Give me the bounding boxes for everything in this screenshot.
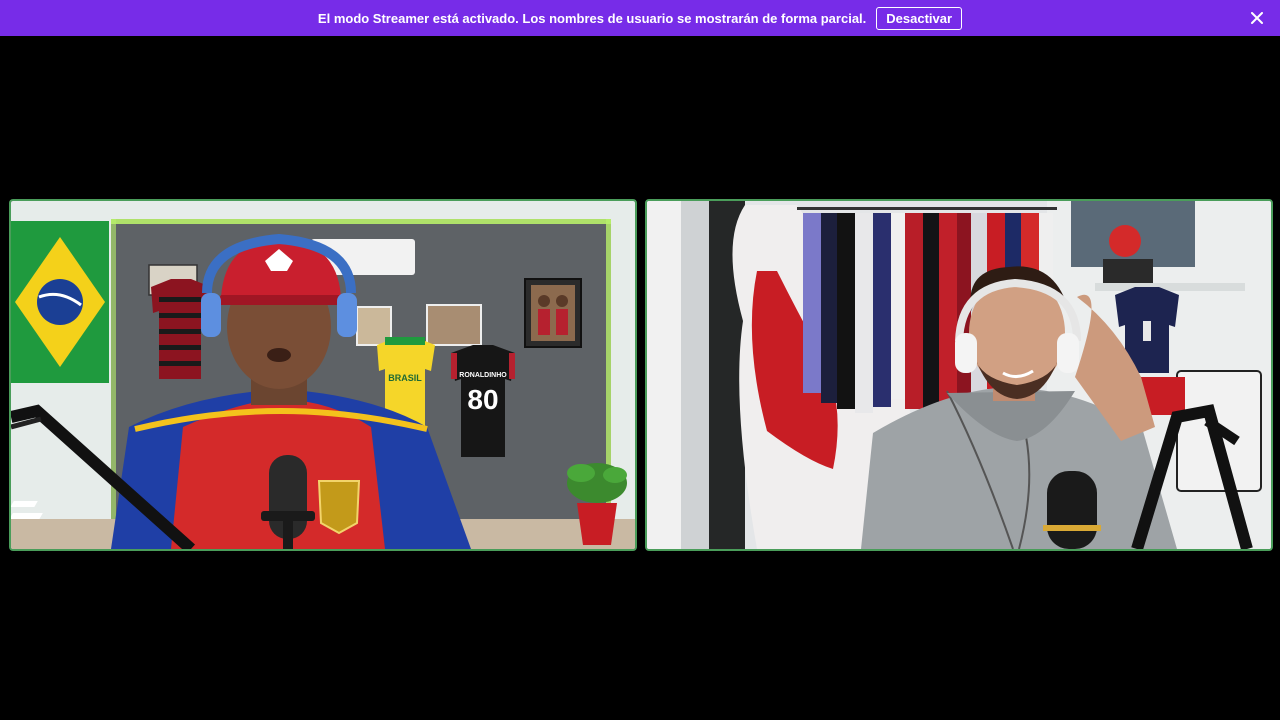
close-icon [1251,12,1263,24]
wall-poster [524,278,582,348]
streamer-mode-message: El modo Streamer está activado. Los nomb… [317,10,867,26]
video-stage: BRASIL RONALDINHO 80 [0,36,1280,720]
video-tile-right[interactable] [645,199,1273,551]
trophy-ball [1109,225,1141,257]
video-feed-left: BRASIL RONALDINHO 80 [11,201,635,549]
jersey-player-name: RONALDINHO [459,372,507,379]
streamer-mode-banner: El modo Streamer está activado. Los nomb… [0,0,1280,36]
deactivate-button[interactable]: Desactivar [876,6,963,30]
brazil-flag [11,221,109,383]
video-tile-left[interactable]: BRASIL RONALDINHO 80 [9,199,637,551]
jersey-player-number: 80 [467,384,498,415]
video-feed-right [647,201,1271,549]
close-banner-button[interactable] [1248,9,1266,27]
brasil-jersey-text: BRASIL [388,373,422,383]
